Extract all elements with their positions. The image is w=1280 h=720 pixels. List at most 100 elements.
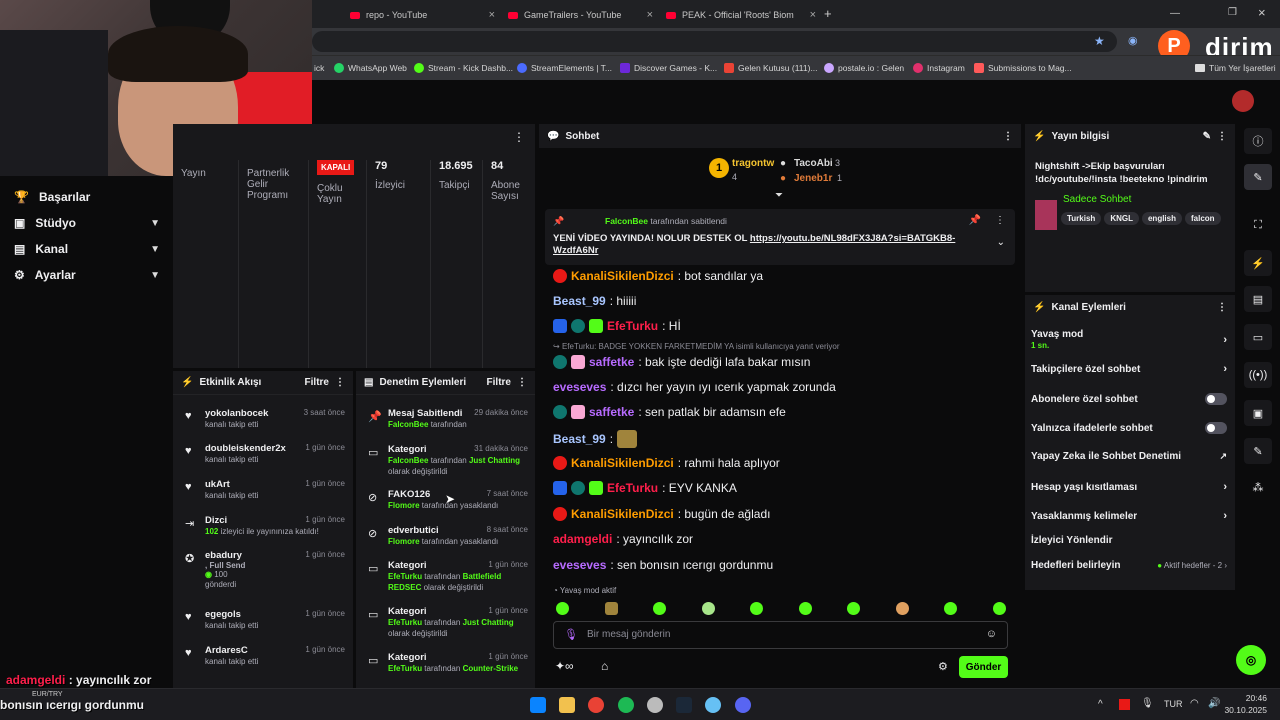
mic-icon[interactable]: 🎙 [1141, 698, 1154, 709]
mod-user[interactable]: EfeTurku [388, 664, 422, 673]
maximize-icon[interactable]: ❐ [1228, 7, 1237, 18]
wifi-icon[interactable]: ◠ [1190, 698, 1199, 709]
category-link[interactable]: Sadece Sohbet [1063, 194, 1131, 205]
edit-icon[interactable]: ✎ [1244, 164, 1272, 190]
steam-icon[interactable] [676, 697, 692, 713]
discord-icon[interactable] [735, 697, 751, 713]
chrome-icon[interactable] [588, 697, 604, 713]
edit-icon[interactable]: ✎ [1203, 131, 1211, 142]
chat-user[interactable]: Beast_99 [553, 432, 606, 446]
action-goals[interactable]: Hedefleri belirleyin ● Aktif hedefler - 2… [1031, 560, 1227, 571]
minimize-icon[interactable]: — [1170, 8, 1180, 19]
close-window-icon[interactable]: × [1258, 5, 1266, 20]
browser-tab[interactable]: repo - YouTube × [350, 5, 495, 25]
chat-user[interactable]: Beast_99 [553, 294, 606, 308]
emote-icon[interactable] [750, 602, 763, 615]
chat-user[interactable]: adamgeldi [553, 532, 612, 546]
bookmark-item[interactable]: Submissions to Mag... [974, 63, 1072, 73]
broadcast-icon[interactable]: ((•)) [1244, 362, 1272, 388]
mod-user[interactable]: Flomore [388, 537, 420, 546]
emote-icon[interactable] [702, 602, 715, 615]
chat-input[interactable]: 🎙 Bir mesaj gönderin ☺ [553, 621, 1008, 649]
action-ai-moderation[interactable]: Yapay Zeka ile Sohbet Denetimi ↗ [1031, 451, 1227, 462]
emote-icon[interactable] [993, 602, 1006, 615]
emote-icon[interactable] [799, 602, 812, 615]
bookmark-item[interactable]: postale.io : Gelen [824, 63, 904, 73]
emote-icon[interactable] [556, 602, 569, 615]
bookmark-item[interactable]: Gelen Kutusu (111)... [724, 63, 818, 73]
new-tab-button[interactable]: + [824, 6, 832, 21]
bookmark-item[interactable]: StreamElements | T... [517, 63, 612, 73]
more-icon[interactable]: ⋮ [1217, 131, 1227, 142]
tag[interactable]: Turkish [1061, 212, 1102, 225]
cast-icon[interactable]: ◉ [1128, 34, 1138, 47]
nav-item-ayarlar[interactable]: ⚙ Ayarlar ▼ [14, 268, 160, 282]
top-user[interactable]: Jeneb1r [794, 173, 832, 184]
bolt-icon[interactable]: ⚡ [1244, 250, 1272, 276]
tag[interactable]: english [1141, 212, 1182, 225]
toggle-switch[interactable] [1205, 393, 1227, 405]
avatar[interactable] [1232, 90, 1254, 112]
obs-icon[interactable] [647, 697, 663, 713]
kicks-icon[interactable]: ✦∞ [555, 659, 574, 673]
more-icon[interactable]: ⋮ [335, 377, 345, 388]
chat-user[interactable]: eveseves [553, 380, 606, 394]
tag[interactable]: KNGL [1104, 212, 1139, 225]
help-button[interactable]: ◎ [1236, 645, 1266, 675]
chat-user[interactable]: saffetke [589, 405, 634, 419]
nav-item-kanal[interactable]: ▤ Kanal ▼ [14, 242, 160, 256]
clock-time[interactable]: 20:46 [1225, 693, 1267, 703]
pinned-by[interactable]: FalconBee [605, 216, 648, 226]
info-icon[interactable]: ⓘ [1244, 128, 1272, 154]
tools-icon[interactable]: ✎ [1244, 438, 1272, 464]
chevron-down-icon[interactable]: ⏷ [775, 190, 783, 201]
windows-start-icon[interactable] [530, 697, 546, 713]
nav-item-basarilar[interactable]: 🏆 Başarılar [14, 190, 160, 204]
close-icon[interactable]: × [647, 9, 653, 21]
filter-button[interactable]: Filtre [487, 377, 511, 388]
chevron-up-icon[interactable]: ^ [1098, 699, 1103, 710]
action-banned-words[interactable]: Yasaklanmış kelimeler › [1031, 510, 1227, 522]
bookmark-item[interactable]: Discover Games - K... [620, 63, 717, 73]
apps-icon[interactable]: ⁂ [1244, 474, 1272, 500]
chat-user[interactable]: KanaliSikilenDizci [571, 269, 674, 283]
mic-icon[interactable]: 🎙 [564, 628, 578, 641]
tag[interactable]: falcon [1185, 212, 1221, 225]
emote-icon[interactable] [605, 602, 618, 615]
mod-user[interactable]: EfeTurku [388, 618, 422, 627]
bookmark-item[interactable]: Tüm Yer İşaretleri [1195, 63, 1276, 73]
filter-button[interactable]: Filtre [305, 377, 329, 388]
toggle-switch[interactable] [1205, 422, 1227, 434]
chat-user[interactable]: eveseves [553, 558, 606, 572]
emote-icon[interactable] [896, 602, 909, 615]
action-host[interactable]: İzleyici Yönlendir [1031, 535, 1227, 546]
chat-user[interactable]: KanaliSikilenDizci [571, 456, 674, 470]
url-field[interactable] [312, 31, 1117, 52]
mod-user[interactable]: FalconBee [388, 456, 428, 465]
close-icon[interactable]: × [489, 9, 495, 21]
mod-user[interactable]: Flomore [388, 501, 420, 510]
chevron-down-icon[interactable]: ⌄ [997, 237, 1005, 248]
steam-icon[interactable] [705, 697, 721, 713]
top-user[interactable]: TacoAbi [794, 158, 833, 169]
bookmark-item[interactable]: Stream - Kick Dashb... [414, 63, 513, 73]
nav-item-studyo[interactable]: ▣ Stüdyo ▼ [14, 216, 160, 230]
emote-icon[interactable] [653, 602, 666, 615]
bookmark-item[interactable]: ick [314, 63, 324, 73]
browser-tab[interactable]: GameTrailers - YouTube × [508, 5, 653, 25]
settings-icon[interactable]: ▣ [1244, 400, 1272, 426]
more-icon[interactable]: ⋮ [513, 130, 525, 144]
pin-icon[interactable]: 📌 [969, 215, 981, 226]
more-icon[interactable]: ⋮ [1217, 302, 1227, 313]
more-icon[interactable]: ⋮ [995, 215, 1005, 226]
store-icon[interactable]: ⌂ [601, 659, 608, 673]
mod-user[interactable]: EfeTurku [388, 572, 422, 581]
action-slow-mode[interactable]: Yavaş mod 1 sn. › [1031, 329, 1227, 351]
chat-user[interactable]: KanaliSikilenDizci [571, 507, 674, 521]
chat-icon[interactable]: ▭ [1244, 324, 1272, 350]
emoji-icon[interactable]: ☺ [986, 628, 997, 640]
action-account-age[interactable]: Hesap yaşı kısıtlaması › [1031, 481, 1227, 493]
chat-user[interactable]: EfeTurku [607, 319, 658, 333]
mod-user[interactable]: FalconBee [388, 420, 428, 429]
emote-icon[interactable] [847, 602, 860, 615]
